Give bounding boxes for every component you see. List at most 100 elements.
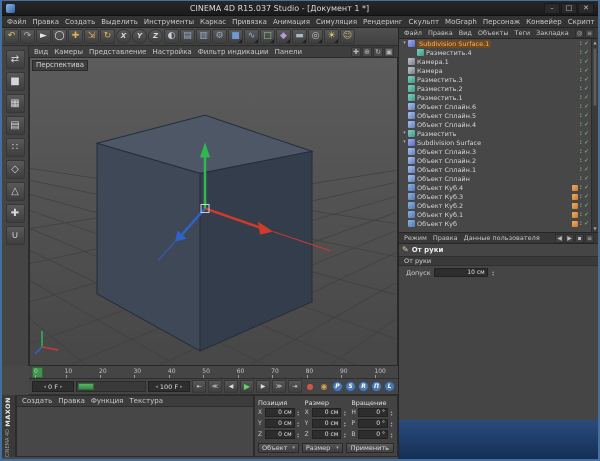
selection-tool-icon[interactable]: ► — [36, 29, 51, 44]
object-name[interactable]: Объект Сплайн.2 — [417, 157, 476, 165]
material-menu-item[interactable]: Функция — [88, 397, 127, 405]
next-frame-button[interactable]: ▶ — [256, 380, 270, 393]
phong-tag-icon[interactable] — [571, 211, 578, 218]
add-environment-icon[interactable]: ▬ — [292, 29, 307, 44]
enabled-check-icon[interactable] — [584, 59, 589, 65]
end-frame-field[interactable]: 100 F — [148, 381, 190, 392]
object-manager-menu-item[interactable]: Файл — [401, 29, 425, 37]
enabled-check-icon[interactable] — [584, 122, 589, 128]
enabled-check-icon[interactable] — [584, 158, 589, 164]
menu-item[interactable]: Инструменты — [141, 16, 197, 27]
record-rotation-icon[interactable]: R — [358, 381, 369, 392]
visibility-dots[interactable] — [580, 149, 582, 155]
character-icon[interactable]: ☺ — [340, 29, 355, 44]
menu-item[interactable]: Правка — [29, 16, 62, 27]
enabled-check-icon[interactable] — [584, 176, 589, 182]
menu-item[interactable]: MoGraph — [442, 16, 480, 27]
object-name[interactable]: Разместить.3 — [417, 76, 463, 84]
viewport-menu-item[interactable]: Настройка — [149, 48, 194, 56]
visibility-dots[interactable] — [580, 41, 582, 47]
attribute-menu-item[interactable]: Правка — [430, 234, 461, 242]
scroll-up-icon[interactable]: ▲ — [592, 39, 598, 46]
visibility-dots[interactable] — [580, 77, 582, 83]
timeline-ruler[interactable]: 0 10 20 30 40 50 60 70 80 90 100 — [29, 366, 398, 379]
zoom-view-icon[interactable]: ⊕ — [362, 46, 372, 57]
timeline-slider[interactable] — [76, 381, 146, 392]
object-list-scrollbar[interactable]: ▲ ▼ — [591, 39, 598, 232]
material-menu-item[interactable]: Правка — [55, 397, 88, 405]
scrollbar-thumb[interactable] — [593, 48, 597, 106]
add-spline-icon[interactable]: ∿ — [244, 29, 259, 44]
scale-tool-icon[interactable]: ⇲ — [84, 29, 99, 44]
visibility-dots[interactable] — [580, 131, 582, 137]
value-input[interactable]: 0 см — [311, 419, 342, 428]
enabled-check-icon[interactable] — [584, 203, 589, 209]
frame-step-up[interactable] — [60, 384, 63, 390]
spinner[interactable] — [389, 432, 394, 438]
object-manager-menu-item[interactable]: Правка — [425, 29, 456, 37]
object-name[interactable]: Объект Куб.3 — [417, 193, 463, 201]
object-name[interactable]: Объект Куб.2 — [417, 202, 463, 210]
object-row[interactable]: Разместить — [399, 129, 591, 138]
object-name[interactable]: Объект Сплайн — [417, 175, 470, 183]
enabled-check-icon[interactable] — [584, 185, 589, 191]
visibility-dots[interactable] — [580, 122, 582, 128]
object-row[interactable]: Разместить.2 — [399, 84, 591, 93]
object-manager-menu-item[interactable]: Закладка — [533, 29, 572, 37]
prev-frame-button[interactable]: ◀ — [224, 380, 238, 393]
object-row[interactable]: Объект Сплайн — [399, 174, 591, 183]
enabled-check-icon[interactable] — [584, 149, 589, 155]
object-row[interactable]: Объект Сплайн.4 — [399, 120, 591, 129]
value-input[interactable]: 0 ° — [358, 419, 389, 428]
edges-mode-icon[interactable]: ◇ — [5, 160, 25, 179]
coord-system-icon[interactable]: ◐ — [164, 29, 179, 44]
object-name[interactable]: Камера — [417, 67, 443, 75]
record-scale-icon[interactable]: S — [345, 381, 356, 392]
phong-tag-icon[interactable] — [571, 184, 578, 191]
close-button[interactable]: ✕ — [578, 2, 594, 14]
enabled-check-icon[interactable] — [584, 221, 589, 227]
render-view-icon[interactable]: ▤ — [180, 29, 195, 44]
axis-y-button[interactable]: Y — [132, 29, 147, 44]
menu-item[interactable]: Файл — [4, 16, 29, 27]
current-frame-field[interactable]: 0 F — [32, 381, 74, 392]
rotate-view-icon[interactable]: ↻ — [373, 46, 383, 57]
enabled-check-icon[interactable] — [584, 140, 589, 146]
end-step-down[interactable] — [155, 384, 158, 390]
search-icon[interactable]: ◎ — [575, 28, 584, 38]
value-input[interactable]: 0 см — [265, 430, 295, 439]
object-name[interactable]: Разместить.2 — [417, 85, 463, 93]
visibility-dots[interactable] — [580, 104, 582, 110]
value-input[interactable]: 0 ° — [358, 408, 389, 417]
menu-item[interactable]: Симуляция — [313, 16, 360, 27]
object-name[interactable]: Объект Сплайн.3 — [417, 148, 476, 156]
enabled-check-icon[interactable] — [584, 131, 589, 137]
prev-key-button[interactable]: ≪ — [208, 380, 222, 393]
visibility-dots[interactable] — [580, 113, 582, 119]
redo-icon[interactable]: ↷ — [20, 29, 35, 44]
visibility-dots[interactable] — [580, 212, 582, 218]
phong-tag-icon[interactable] — [571, 202, 578, 209]
enabled-check-icon[interactable] — [584, 41, 589, 47]
object-name[interactable]: Subdivision Surface.1 — [417, 39, 492, 48]
timeline-slider-handle[interactable] — [78, 383, 94, 390]
live-selection-icon[interactable]: ◯ — [52, 29, 67, 44]
snap-icon[interactable]: ∪ — [5, 226, 25, 245]
spinner[interactable] — [389, 421, 394, 427]
object-row[interactable]: Камера — [399, 66, 591, 75]
scroll-down-icon[interactable]: ▼ — [592, 225, 598, 232]
value-input[interactable]: 0 см — [265, 419, 295, 428]
viewport-menu-item[interactable]: Панели — [272, 48, 305, 56]
object-name[interactable]: Объект Куб.4 — [417, 184, 463, 192]
spinner[interactable] — [389, 410, 394, 416]
visibility-dots[interactable] — [580, 158, 582, 164]
material-menu-item[interactable]: Создать — [19, 397, 55, 405]
enabled-check-icon[interactable] — [584, 194, 589, 200]
object-name[interactable]: Объект Сплайн.6 — [417, 103, 476, 111]
viewport-menu-item[interactable]: Представление — [86, 48, 149, 56]
viewport-canvas[interactable]: Перспектива — [29, 58, 398, 366]
object-name[interactable]: Разместить.1 — [417, 94, 463, 102]
toggle-view-icon[interactable]: ▣ — [384, 46, 394, 57]
value-input[interactable]: 0 см — [311, 408, 342, 417]
axis-z-button[interactable]: Z — [148, 29, 163, 44]
